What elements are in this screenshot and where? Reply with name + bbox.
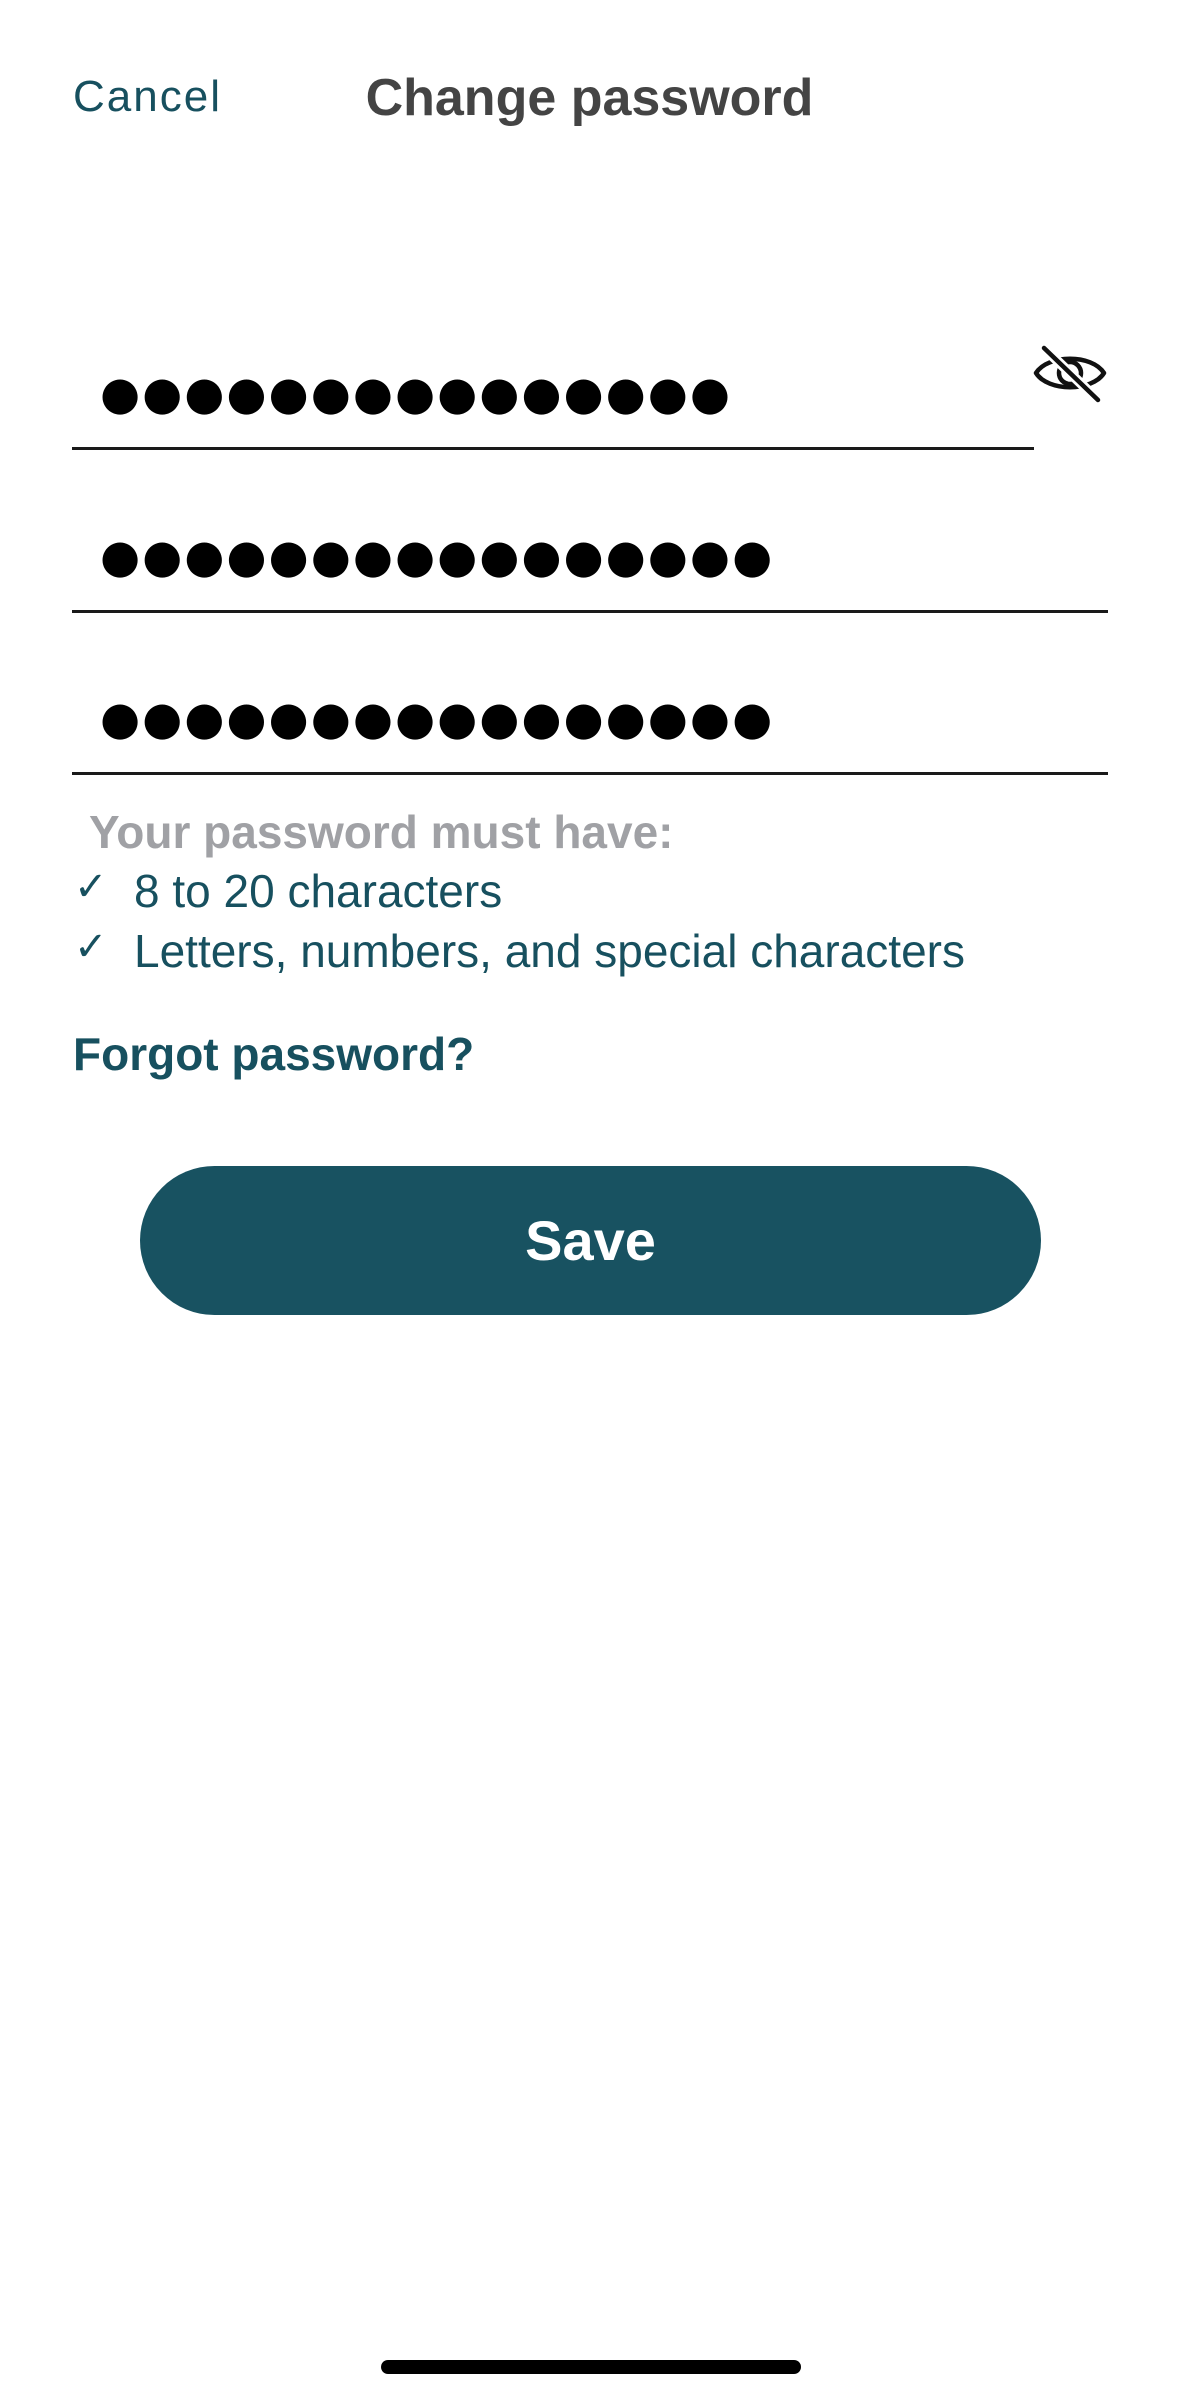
new-password-value: ●●●●●●●●●●●●●●●● [100, 529, 775, 583]
change-password-screen: Cancel Change password ●●●●●●●●●●●●●●● ●… [0, 0, 1179, 2396]
save-button[interactable]: Save [140, 1166, 1041, 1315]
home-indicator[interactable] [381, 2360, 801, 2374]
forgot-password-link[interactable]: Forgot password? [73, 1027, 474, 1081]
confirm-password-field[interactable]: ●●●●●●●●●●●●●●●● [72, 655, 1108, 775]
check-icon: ✓ [74, 865, 108, 909]
requirements-heading: Your password must have: [89, 806, 674, 858]
page-title: Change password [365, 69, 814, 127]
eye-slash-icon[interactable] [1030, 338, 1110, 408]
requirement-length: ✓ 8 to 20 characters [74, 864, 502, 918]
requirement-label: 8 to 20 characters [134, 865, 503, 917]
requirement-label: Letters, numbers, and special characters [134, 925, 965, 977]
check-icon: ✓ [74, 925, 108, 969]
confirm-password-value: ●●●●●●●●●●●●●●●● [100, 691, 775, 745]
current-password-value: ●●●●●●●●●●●●●●● [100, 366, 733, 420]
current-password-field[interactable]: ●●●●●●●●●●●●●●● [72, 330, 1034, 450]
requirement-characters: ✓ Letters, numbers, and special character… [74, 924, 965, 978]
new-password-field[interactable]: ●●●●●●●●●●●●●●●● [72, 493, 1108, 613]
